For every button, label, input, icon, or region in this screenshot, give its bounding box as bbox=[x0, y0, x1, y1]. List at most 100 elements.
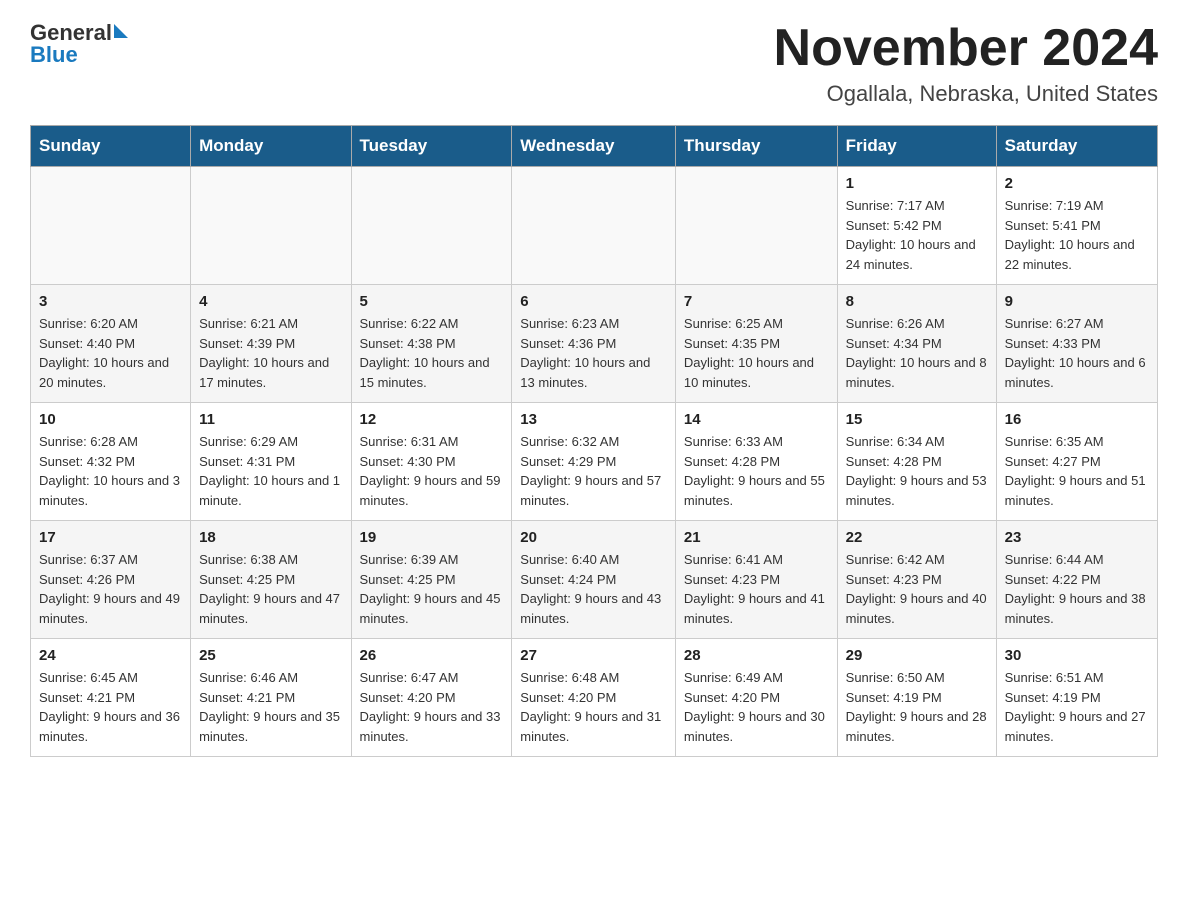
calendar-week-row: 10 Sunrise: 6:28 AM Sunset: 4:32 PM Dayli… bbox=[31, 403, 1158, 521]
calendar-cell: 21 Sunrise: 6:41 AM Sunset: 4:23 PM Dayli… bbox=[675, 521, 837, 639]
day-info: Sunrise: 6:37 AM Sunset: 4:26 PM Dayligh… bbox=[39, 550, 182, 628]
calendar-cell: 13 Sunrise: 6:32 AM Sunset: 4:29 PM Dayli… bbox=[512, 403, 676, 521]
day-number: 11 bbox=[199, 411, 342, 428]
day-info: Sunrise: 6:50 AM Sunset: 4:19 PM Dayligh… bbox=[846, 668, 988, 746]
calendar-cell bbox=[191, 167, 351, 285]
day-number: 7 bbox=[684, 293, 829, 310]
calendar-table: SundayMondayTuesdayWednesdayThursdayFrid… bbox=[30, 125, 1158, 757]
calendar-cell bbox=[31, 167, 191, 285]
day-number: 23 bbox=[1005, 529, 1149, 546]
calendar-cell: 10 Sunrise: 6:28 AM Sunset: 4:32 PM Dayli… bbox=[31, 403, 191, 521]
day-info: Sunrise: 6:41 AM Sunset: 4:23 PM Dayligh… bbox=[684, 550, 829, 628]
calendar-cell: 17 Sunrise: 6:37 AM Sunset: 4:26 PM Dayli… bbox=[31, 521, 191, 639]
day-number: 27 bbox=[520, 647, 667, 664]
day-info: Sunrise: 6:25 AM Sunset: 4:35 PM Dayligh… bbox=[684, 314, 829, 392]
calendar-cell: 28Sunrise: 6:49 AM Sunset: 4:20 PM Dayli… bbox=[675, 639, 837, 757]
calendar-week-row: 3 Sunrise: 6:20 AM Sunset: 4:40 PM Daylig… bbox=[31, 285, 1158, 403]
day-number: 17 bbox=[39, 529, 182, 546]
calendar-cell: 4 Sunrise: 6:21 AM Sunset: 4:39 PM Daylig… bbox=[191, 285, 351, 403]
day-info: Sunrise: 6:39 AM Sunset: 4:25 PM Dayligh… bbox=[360, 550, 504, 628]
weekday-header-friday: Friday bbox=[837, 126, 996, 167]
day-number: 10 bbox=[39, 411, 182, 428]
day-info: Sunrise: 6:38 AM Sunset: 4:25 PM Dayligh… bbox=[199, 550, 342, 628]
day-info: Sunrise: 6:31 AM Sunset: 4:30 PM Dayligh… bbox=[360, 432, 504, 510]
calendar-cell: 26 Sunrise: 6:47 AM Sunset: 4:20 PM Dayli… bbox=[351, 639, 512, 757]
calendar-cell: 5 Sunrise: 6:22 AM Sunset: 4:38 PM Daylig… bbox=[351, 285, 512, 403]
day-info: Sunrise: 6:34 AM Sunset: 4:28 PM Dayligh… bbox=[846, 432, 988, 510]
logo: General Blue bbox=[30, 20, 128, 68]
day-number: 22 bbox=[846, 529, 988, 546]
day-number: 16 bbox=[1005, 411, 1149, 428]
day-number: 18 bbox=[199, 529, 342, 546]
day-number: 30 bbox=[1005, 647, 1149, 664]
day-number: 2 bbox=[1005, 175, 1149, 192]
day-number: 29 bbox=[846, 647, 988, 664]
day-info: Sunrise: 6:27 AM Sunset: 4:33 PM Dayligh… bbox=[1005, 314, 1149, 392]
weekday-header-tuesday: Tuesday bbox=[351, 126, 512, 167]
day-info: Sunrise: 6:49 AM Sunset: 4:20 PM Dayligh… bbox=[684, 668, 829, 746]
logo-triangle-icon bbox=[114, 24, 128, 38]
day-number: 26 bbox=[360, 647, 504, 664]
calendar-cell: 3 Sunrise: 6:20 AM Sunset: 4:40 PM Daylig… bbox=[31, 285, 191, 403]
day-info: Sunrise: 6:35 AM Sunset: 4:27 PM Dayligh… bbox=[1005, 432, 1149, 510]
day-number: 25 bbox=[199, 647, 342, 664]
day-info: Sunrise: 6:29 AM Sunset: 4:31 PM Dayligh… bbox=[199, 432, 342, 510]
calendar-cell: 20 Sunrise: 6:40 AM Sunset: 4:24 PM Dayli… bbox=[512, 521, 676, 639]
calendar-cell: 9 Sunrise: 6:27 AM Sunset: 4:33 PM Daylig… bbox=[996, 285, 1157, 403]
weekday-header-sunday: Sunday bbox=[31, 126, 191, 167]
day-number: 5 bbox=[360, 293, 504, 310]
day-info: Sunrise: 6:44 AM Sunset: 4:22 PM Dayligh… bbox=[1005, 550, 1149, 628]
day-info: Sunrise: 6:21 AM Sunset: 4:39 PM Dayligh… bbox=[199, 314, 342, 392]
day-number: 3 bbox=[39, 293, 182, 310]
calendar-cell: 8 Sunrise: 6:26 AM Sunset: 4:34 PM Daylig… bbox=[837, 285, 996, 403]
title-block: November 2024 Ogallala, Nebraska, United… bbox=[774, 20, 1158, 107]
calendar-cell: 14 Sunrise: 6:33 AM Sunset: 4:28 PM Dayli… bbox=[675, 403, 837, 521]
day-number: 14 bbox=[684, 411, 829, 428]
day-number: 12 bbox=[360, 411, 504, 428]
day-number: 4 bbox=[199, 293, 342, 310]
day-number: 21 bbox=[684, 529, 829, 546]
calendar-cell: 16 Sunrise: 6:35 AM Sunset: 4:27 PM Dayli… bbox=[996, 403, 1157, 521]
day-info: Sunrise: 6:48 AM Sunset: 4:20 PM Dayligh… bbox=[520, 668, 667, 746]
calendar-cell bbox=[512, 167, 676, 285]
day-info: Sunrise: 6:40 AM Sunset: 4:24 PM Dayligh… bbox=[520, 550, 667, 628]
weekday-header-wednesday: Wednesday bbox=[512, 126, 676, 167]
calendar-week-row: 1Sunrise: 7:17 AM Sunset: 5:42 PM Daylig… bbox=[31, 167, 1158, 285]
day-info: Sunrise: 6:46 AM Sunset: 4:21 PM Dayligh… bbox=[199, 668, 342, 746]
day-info: Sunrise: 6:20 AM Sunset: 4:40 PM Dayligh… bbox=[39, 314, 182, 392]
calendar-cell: 1Sunrise: 7:17 AM Sunset: 5:42 PM Daylig… bbox=[837, 167, 996, 285]
calendar-cell: 2Sunrise: 7:19 AM Sunset: 5:41 PM Daylig… bbox=[996, 167, 1157, 285]
month-title: November 2024 bbox=[774, 20, 1158, 77]
day-number: 19 bbox=[360, 529, 504, 546]
calendar-cell: 12 Sunrise: 6:31 AM Sunset: 4:30 PM Dayli… bbox=[351, 403, 512, 521]
day-info: Sunrise: 6:33 AM Sunset: 4:28 PM Dayligh… bbox=[684, 432, 829, 510]
day-info: Sunrise: 6:47 AM Sunset: 4:20 PM Dayligh… bbox=[360, 668, 504, 746]
calendar-cell: 18 Sunrise: 6:38 AM Sunset: 4:25 PM Dayli… bbox=[191, 521, 351, 639]
day-number: 8 bbox=[846, 293, 988, 310]
day-info: Sunrise: 6:45 AM Sunset: 4:21 PM Dayligh… bbox=[39, 668, 182, 746]
calendar-week-row: 17 Sunrise: 6:37 AM Sunset: 4:26 PM Dayli… bbox=[31, 521, 1158, 639]
day-info: Sunrise: 6:32 AM Sunset: 4:29 PM Dayligh… bbox=[520, 432, 667, 510]
calendar-cell: 7 Sunrise: 6:25 AM Sunset: 4:35 PM Daylig… bbox=[675, 285, 837, 403]
calendar-cell: 19 Sunrise: 6:39 AM Sunset: 4:25 PM Dayli… bbox=[351, 521, 512, 639]
calendar-cell: 11 Sunrise: 6:29 AM Sunset: 4:31 PM Dayli… bbox=[191, 403, 351, 521]
day-number: 15 bbox=[846, 411, 988, 428]
day-info: Sunrise: 6:51 AM Sunset: 4:19 PM Dayligh… bbox=[1005, 668, 1149, 746]
calendar-cell: 22 Sunrise: 6:42 AM Sunset: 4:23 PM Dayli… bbox=[837, 521, 996, 639]
calendar-cell: 15 Sunrise: 6:34 AM Sunset: 4:28 PM Dayli… bbox=[837, 403, 996, 521]
calendar-week-row: 24 Sunrise: 6:45 AM Sunset: 4:21 PM Dayli… bbox=[31, 639, 1158, 757]
day-info: Sunrise: 6:28 AM Sunset: 4:32 PM Dayligh… bbox=[39, 432, 182, 510]
day-number: 20 bbox=[520, 529, 667, 546]
day-info: Sunrise: 7:17 AM Sunset: 5:42 PM Dayligh… bbox=[846, 196, 988, 274]
logo-blue-text: Blue bbox=[30, 42, 78, 68]
page-header: General Blue November 2024 Ogallala, Neb… bbox=[30, 20, 1158, 107]
calendar-cell: 30 Sunrise: 6:51 AM Sunset: 4:19 PM Dayli… bbox=[996, 639, 1157, 757]
day-info: Sunrise: 6:26 AM Sunset: 4:34 PM Dayligh… bbox=[846, 314, 988, 392]
calendar-cell: 23 Sunrise: 6:44 AM Sunset: 4:22 PM Dayli… bbox=[996, 521, 1157, 639]
day-number: 13 bbox=[520, 411, 667, 428]
day-number: 9 bbox=[1005, 293, 1149, 310]
day-number: 24 bbox=[39, 647, 182, 664]
day-info: Sunrise: 6:22 AM Sunset: 4:38 PM Dayligh… bbox=[360, 314, 504, 392]
calendar-cell: 25 Sunrise: 6:46 AM Sunset: 4:21 PM Dayli… bbox=[191, 639, 351, 757]
day-info: Sunrise: 6:42 AM Sunset: 4:23 PM Dayligh… bbox=[846, 550, 988, 628]
